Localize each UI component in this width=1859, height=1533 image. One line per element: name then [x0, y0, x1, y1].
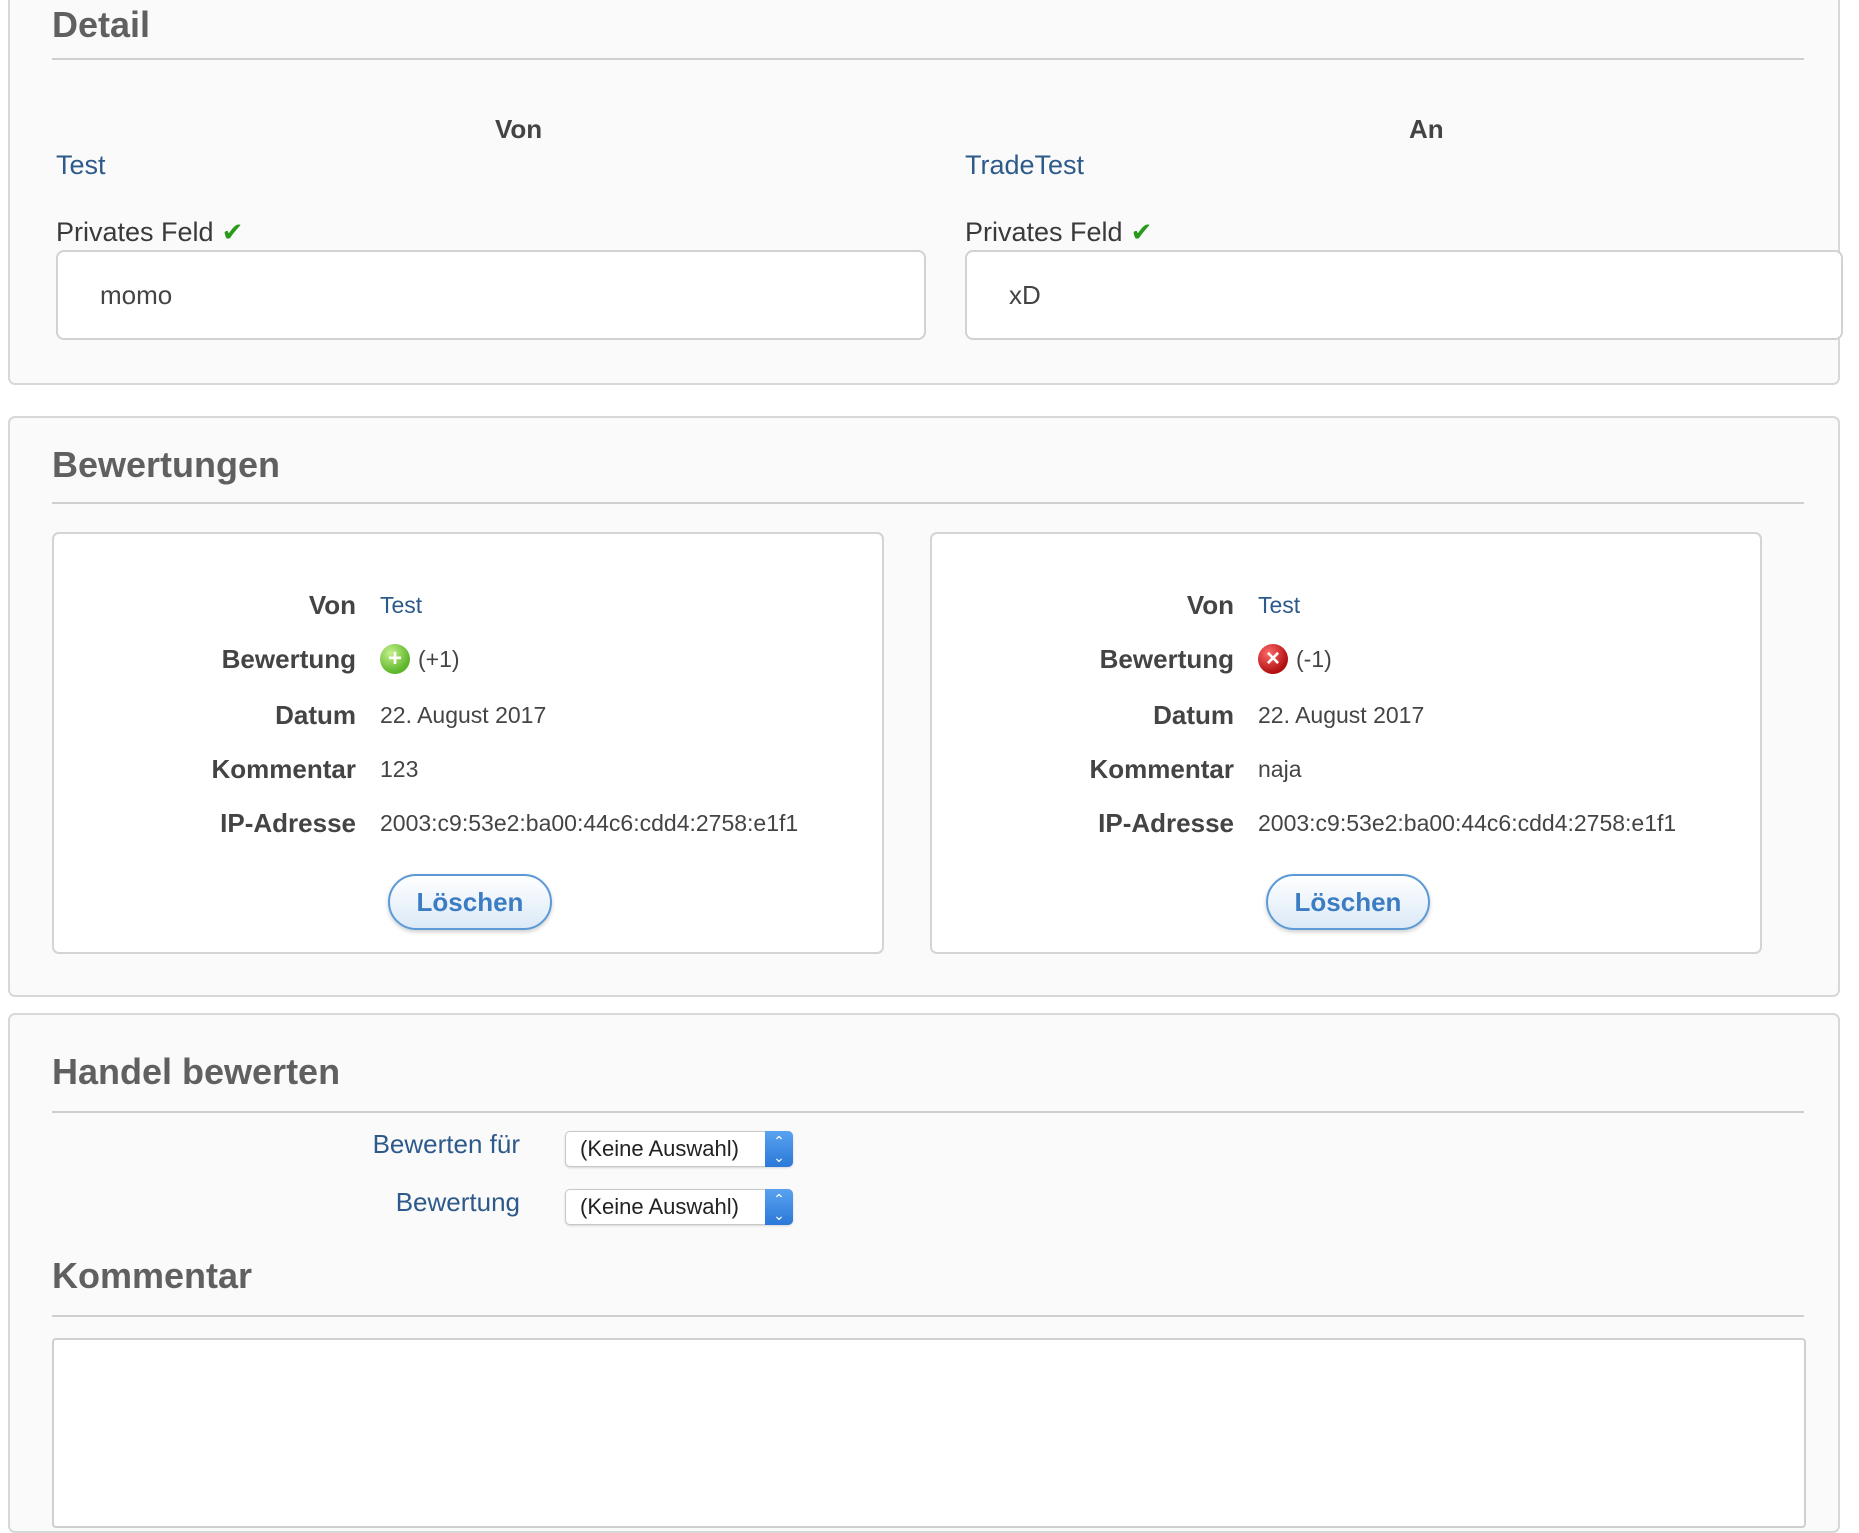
rating-score-text: (-1): [1296, 646, 1332, 673]
rating-score-text: (+1): [418, 646, 460, 673]
plus-circle-icon: +: [380, 644, 410, 674]
rating-select-label: Bewertung: [395, 1187, 520, 1217]
from-private-field-label: Privates Feld ✔: [56, 217, 243, 248]
rate-trade-title: Handel bewerten: [52, 1051, 341, 1092]
select-arrows-icon: ⌃ ⌄: [765, 1189, 793, 1225]
rating-score: + (+1): [380, 644, 460, 676]
comment-divider: [52, 1315, 1804, 1317]
from-private-field-value: momo: [56, 250, 926, 340]
to-private-field-text: Privates Feld: [965, 217, 1123, 247]
rating-ip: 2003:c9:53e2:ba00:44c6:cdd4:2758:e1f1: [1258, 810, 1677, 836]
comment-textarea[interactable]: [52, 1338, 1806, 1528]
rating-score: × (-1): [1258, 644, 1332, 676]
rating-select-value: (Keine Auswahl): [580, 1194, 739, 1219]
comment-title: Kommentar: [52, 1255, 253, 1296]
rating-date: 22. August 2017: [1258, 702, 1425, 728]
checkmark-icon: ✔: [1130, 217, 1153, 247]
rating-ip: 2003:c9:53e2:ba00:44c6:cdd4:2758:e1f1: [380, 810, 799, 836]
rate-for-select[interactable]: (Keine Auswahl) ⌃ ⌄: [565, 1131, 793, 1167]
rating-select[interactable]: (Keine Auswahl) ⌃ ⌄: [565, 1189, 793, 1225]
delete-button[interactable]: Löschen: [388, 874, 552, 930]
rating-date: 22. August 2017: [380, 702, 547, 728]
detail-panel: Detail Von An Test TradeTest Privates Fe…: [8, 0, 1843, 385]
rating-score-label: Bewertung: [221, 644, 356, 674]
rating-ip-label: IP-Adresse: [1098, 808, 1234, 838]
from-heading: Von: [495, 114, 543, 144]
rating-comment-label: Kommentar: [1089, 754, 1234, 784]
rate-trade-panel: Handel bewerten Bewerten für (Keine Ausw…: [8, 1013, 1840, 1533]
detail-divider: [52, 58, 1804, 60]
rating-from-user-link[interactable]: Test: [380, 592, 422, 619]
rating-date-label: Datum: [1153, 700, 1234, 730]
ratings-panel: Bewertungen Von Test Bewertung + (+1) Dat…: [8, 416, 1840, 997]
to-private-field-value: xD: [965, 250, 1843, 340]
select-arrows-icon: ⌃ ⌄: [765, 1131, 793, 1167]
detail-title: Detail: [52, 4, 151, 45]
rating-comment: 123: [380, 756, 419, 782]
ratings-divider: [52, 502, 1804, 504]
rate-for-label: Bewerten für: [372, 1129, 520, 1159]
to-user-link[interactable]: TradeTest: [965, 150, 1084, 181]
rate-trade-divider: [52, 1111, 1804, 1113]
rating-score-label: Bewertung: [1099, 644, 1234, 674]
checkmark-icon: ✔: [221, 217, 244, 247]
to-private-field-label: Privates Feld ✔: [965, 217, 1152, 248]
ratings-title: Bewertungen: [52, 444, 281, 485]
rating-date-label: Datum: [275, 700, 356, 730]
to-heading: An: [1409, 114, 1444, 144]
from-private-field-text: Privates Feld: [56, 217, 214, 247]
x-circle-icon: ×: [1258, 644, 1288, 674]
rate-for-select-value: (Keine Auswahl): [580, 1136, 739, 1161]
rating-ip-label: IP-Adresse: [220, 808, 356, 838]
rating-comment: naja: [1258, 756, 1302, 782]
rating-from-label: Von: [1186, 590, 1234, 620]
delete-button[interactable]: Löschen: [1266, 874, 1430, 930]
rating-comment-label: Kommentar: [211, 754, 356, 784]
rating-card: Von Test Bewertung × (-1) Datum 22. Augus…: [930, 532, 1762, 954]
rating-card: Von Test Bewertung + (+1) Datum 22. Augus…: [52, 532, 884, 954]
rating-from-user-link[interactable]: Test: [1258, 592, 1300, 619]
from-user-link[interactable]: Test: [56, 150, 106, 181]
rating-from-label: Von: [308, 590, 356, 620]
